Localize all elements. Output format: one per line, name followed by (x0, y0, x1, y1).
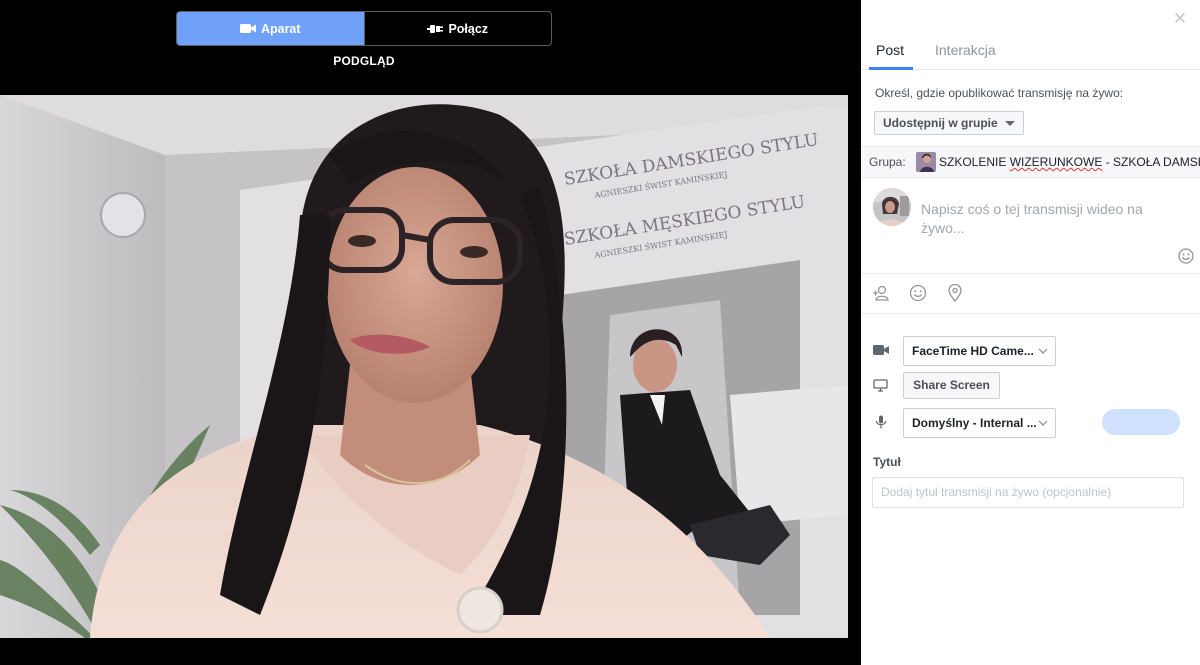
go-live-button[interactable] (1102, 409, 1180, 435)
post-actions (861, 274, 1200, 314)
share-destination-value: Udostępnij w grupie (883, 116, 998, 130)
share-destination-select[interactable]: Udostępnij w grupie (874, 111, 1024, 135)
tab-connect[interactable]: Połącz (363, 12, 552, 45)
panel-tabs: Post Interakcja (861, 0, 1200, 70)
group-label: Grupa: (869, 155, 906, 169)
preview-label: PODGLĄD (333, 54, 395, 68)
chevron-down-icon (1038, 420, 1048, 426)
group-thumbnail-icon (916, 152, 936, 172)
tab-connect-label: Połącz (448, 21, 489, 36)
group-row[interactable]: Grupa: SZKOLENIE WIZERUNKOWE - SZKOŁA DA… (861, 146, 1200, 178)
microphone-icon (875, 415, 887, 434)
camera-feed-image: SZKOŁA DAMSKIEGO STYLU AGNIESZKI ŚWIST K… (0, 95, 848, 638)
feeling-icon[interactable] (909, 284, 927, 307)
camera-select[interactable]: FaceTime HD Came... (903, 336, 1056, 366)
avatar (873, 188, 911, 226)
close-icon[interactable]: ✕ (1172, 10, 1188, 27)
camera-feed: SZKOŁA DAMSKIEGO STYLU AGNIESZKI ŚWIST K… (0, 95, 848, 638)
location-pin-icon[interactable] (947, 283, 963, 307)
tab-post[interactable]: Post (876, 42, 904, 58)
source-switch: Aparat Połącz (176, 11, 552, 46)
compose-panel: Post Interakcja ✕ Określ, gdzie opubliko… (861, 0, 1200, 665)
tab-camera[interactable]: Aparat (177, 12, 364, 45)
monitor-icon (873, 379, 888, 397)
tag-people-icon[interactable] (872, 284, 890, 307)
share-screen-button[interactable]: Share Screen (903, 372, 1000, 399)
tab-interaction[interactable]: Interakcja (935, 42, 996, 58)
microphone-select-value: Domyślny - Internal ... (912, 416, 1037, 430)
plug-icon (427, 24, 444, 33)
title-label: Tytuł (873, 455, 901, 469)
active-tab-underline (869, 67, 913, 70)
video-camera-icon (239, 24, 256, 33)
live-preview-area: Aparat Połącz PODGLĄD SZKOŁA DAMSKIEGO S… (0, 0, 848, 665)
group-name: SZKOLENIE WIZERUNKOWE - SZKOŁA DAMSKI (939, 155, 1200, 169)
post-composer: Napisz coś o tej transmisji wideo na żyw… (861, 178, 1200, 274)
caret-down-icon (1005, 121, 1015, 126)
emoji-icon[interactable] (1178, 248, 1194, 269)
title-input[interactable]: Dodaj tytuł transmisji na żywo (opcjonal… (872, 477, 1184, 508)
microphone-select[interactable]: Domyślny - Internal ... (903, 408, 1056, 438)
tab-camera-label: Aparat (260, 21, 301, 36)
chevron-down-icon (1038, 348, 1048, 354)
publish-location-label: Określ, gdzie opublikować transmisję na … (875, 86, 1124, 100)
post-text-input[interactable]: Napisz coś o tej transmisji wideo na żyw… (921, 200, 1171, 238)
camera-select-value: FaceTime HD Came... (912, 344, 1034, 358)
video-camera-icon (873, 343, 889, 361)
